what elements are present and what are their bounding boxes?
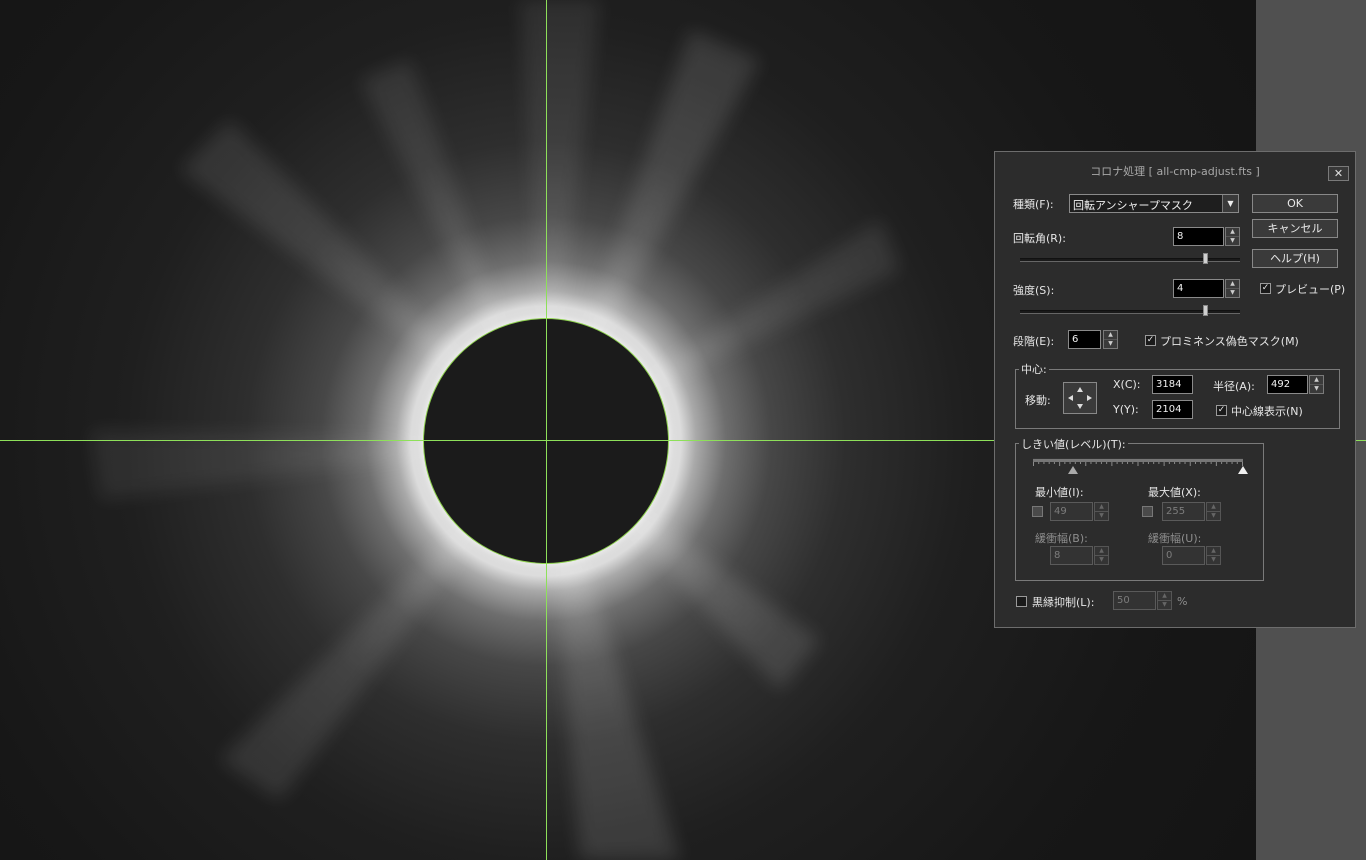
corona-processing-dialog: コロナ処理 [ all-cmp-adjust.fts ] ✕ 種類(F): 回転… xyxy=(994,151,1356,628)
x-input[interactable]: 3184 xyxy=(1152,375,1193,394)
prominence-checkbox[interactable]: ✓ xyxy=(1145,335,1156,346)
prominence-label: プロミネンス偽色マスク(M) xyxy=(1160,335,1299,348)
max-label: 最大値(X): xyxy=(1148,486,1201,499)
steps-spinner[interactable]: ▲ ▼ xyxy=(1103,330,1118,349)
cancel-button[interactable]: キャンセル xyxy=(1252,219,1338,238)
steps-input[interactable]: 6 xyxy=(1068,330,1101,349)
close-button[interactable]: ✕ xyxy=(1328,166,1349,181)
center-guide-vertical xyxy=(546,0,547,860)
preview-label: プレビュー(P) xyxy=(1275,283,1346,296)
ok-button[interactable]: OK xyxy=(1252,194,1338,213)
center-line-checkbox[interactable]: ✓ xyxy=(1216,405,1227,416)
black-edge-input[interactable]: 50 xyxy=(1113,591,1156,610)
rotation-input[interactable]: 8 xyxy=(1173,227,1224,246)
max-spinner[interactable]: ▲ ▼ xyxy=(1206,502,1221,521)
buffer2-label: 緩衝幅(U): xyxy=(1148,532,1202,545)
type-select-value: 回転アンシャープマスク xyxy=(1073,199,1193,212)
checkmark-icon: ✓ xyxy=(1217,405,1226,415)
dialog-title: コロナ処理 [ all-cmp-adjust.fts ] xyxy=(1090,165,1260,178)
buffer1-label: 緩衝幅(B): xyxy=(1035,532,1088,545)
move-label: 移動: xyxy=(1025,394,1051,407)
min-checkbox[interactable] xyxy=(1032,506,1043,517)
rotation-slider-thumb[interactable] xyxy=(1202,253,1208,264)
strength-label: 強度(S): xyxy=(1013,284,1055,297)
center-group-label: 中心: xyxy=(1019,361,1049,377)
black-edge-spinner[interactable]: ▲ ▼ xyxy=(1157,591,1172,610)
rotation-spinner[interactable]: ▲ ▼ xyxy=(1225,227,1240,246)
radius-label: 半径(A): xyxy=(1213,380,1255,393)
steps-label: 段階(E): xyxy=(1013,335,1055,348)
dialog-titlebar[interactable]: コロナ処理 [ all-cmp-adjust.fts ] ✕ xyxy=(995,152,1355,181)
radius-spinner[interactable]: ▲ ▼ xyxy=(1309,375,1324,394)
strength-slider-thumb[interactable] xyxy=(1202,305,1208,316)
black-edge-checkbox[interactable] xyxy=(1016,596,1027,607)
max-checkbox[interactable] xyxy=(1142,506,1153,517)
threshold-min-marker[interactable] xyxy=(1067,466,1078,474)
help-button[interactable]: ヘルプ(H) xyxy=(1252,249,1338,268)
strength-spinner[interactable]: ▲ ▼ xyxy=(1225,279,1240,298)
min-spinner[interactable]: ▲ ▼ xyxy=(1094,502,1109,521)
y-label: Y(Y): xyxy=(1113,403,1139,416)
rotation-label: 回転角(R): xyxy=(1013,232,1066,245)
buffer2-input[interactable]: 0 xyxy=(1162,546,1205,565)
center-line-label: 中心線表示(N) xyxy=(1231,405,1303,418)
x-label: X(C): xyxy=(1113,378,1141,391)
buffer2-spinner[interactable]: ▲ ▼ xyxy=(1206,546,1221,565)
checkmark-icon: ✓ xyxy=(1146,335,1155,345)
buffer1-input[interactable]: 8 xyxy=(1050,546,1093,565)
radius-input[interactable]: 492 xyxy=(1267,375,1308,394)
min-label: 最小値(I): xyxy=(1035,486,1084,499)
threshold-max-marker[interactable] xyxy=(1238,466,1248,474)
max-input[interactable]: 255 xyxy=(1162,502,1205,521)
type-label: 種類(F): xyxy=(1013,198,1054,211)
checkmark-icon: ✓ xyxy=(1261,283,1270,293)
threshold-group-label: しきい値(レベル)(T): xyxy=(1019,436,1128,452)
preview-checkbox[interactable]: ✓ xyxy=(1260,283,1271,294)
type-select[interactable]: 回転アンシャープマスク ▼ xyxy=(1069,194,1239,213)
strength-input[interactable]: 4 xyxy=(1173,279,1224,298)
chevron-down-icon[interactable]: ▼ xyxy=(1222,195,1238,212)
black-edge-label: 黒縁抑制(L): xyxy=(1032,596,1095,609)
move-arrows-icon xyxy=(1068,387,1092,409)
close-icon: ✕ xyxy=(1333,167,1344,180)
move-pad[interactable] xyxy=(1063,382,1097,414)
threshold-ticks xyxy=(1033,462,1243,466)
buffer1-spinner[interactable]: ▲ ▼ xyxy=(1094,546,1109,565)
min-input[interactable]: 49 xyxy=(1050,502,1093,521)
y-input[interactable]: 2104 xyxy=(1152,400,1193,419)
percent-unit: % xyxy=(1177,595,1188,608)
